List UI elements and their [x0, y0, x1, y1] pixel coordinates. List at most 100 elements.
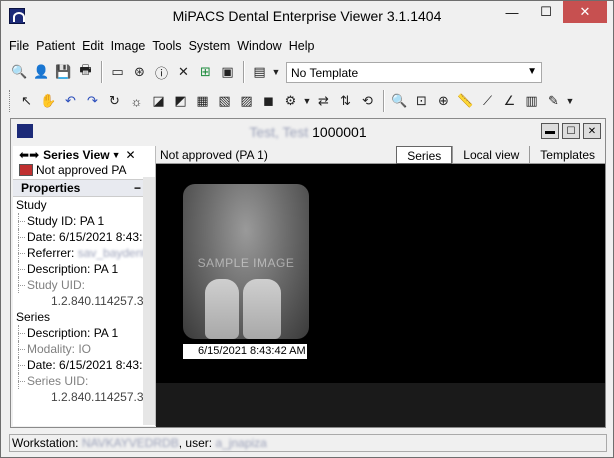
- series-description-item: Description: PA 1: [13, 325, 155, 341]
- dropdown-arrow-icon[interactable]: ▼: [302, 91, 312, 112]
- study-description-item: Description: PA 1: [13, 261, 155, 277]
- tab-templates[interactable]: Templates: [529, 146, 605, 164]
- back-arrow-icon[interactable]: ⬅: [19, 148, 29, 162]
- study-date-item: Date: 6/15/2021 8:43:2: [13, 229, 155, 245]
- properties-header[interactable]: Properties −: [13, 179, 155, 197]
- toolbar-separator: [101, 61, 103, 83]
- title-bar: MiPACS Dental Enterprise Viewer 3.1.1404…: [1, 1, 613, 33]
- study-id-item: Study ID: PA 1: [13, 213, 155, 229]
- chevron-down-icon[interactable]: ▼: [112, 150, 121, 160]
- colorize-icon[interactable]: ◼: [258, 91, 279, 112]
- child-window-controls: ▬ ☐ ✕: [538, 123, 601, 139]
- sample-watermark: SAMPLE IMAGE: [197, 256, 295, 270]
- chevron-down-icon: ▼: [527, 65, 537, 77]
- menu-system[interactable]: System: [189, 36, 231, 56]
- sharpen-icon[interactable]: ▦: [192, 91, 213, 112]
- workstation-value: NAVKAYVEDRDB: [81, 436, 179, 450]
- zoom-fit-icon[interactable]: ⊡: [411, 91, 432, 112]
- menu-image[interactable]: Image: [111, 36, 146, 56]
- zoom-icon[interactable]: 🔍: [389, 91, 410, 112]
- menu-help[interactable]: Help: [289, 36, 315, 56]
- image-toolbar: ↖ ✋ ↶ ↷ ↻ ☼ ◪ ◩ ▦ ▧ ▨ ◼ ⚙ ▼ ⇄ ⇅ ⟲ 🔍 ⊡ ⊕ …: [9, 87, 609, 115]
- template-select[interactable]: No Template ▼: [286, 61, 542, 83]
- menu-tools[interactable]: Tools: [152, 36, 181, 56]
- maximize-icon[interactable]: ☐: [529, 1, 563, 23]
- print-icon[interactable]: 🖶: [75, 62, 96, 83]
- filter-icon[interactable]: ▧: [214, 91, 235, 112]
- series-uid-value: 1.2.840.114257.3.6.45: [51, 390, 155, 404]
- study-uid-value: 1.2.840.114257.3.6.85: [51, 294, 155, 308]
- menu-window[interactable]: Window: [237, 36, 281, 56]
- child-maximize-icon[interactable]: ☐: [562, 123, 580, 139]
- pane-close-icon[interactable]: ✕: [126, 148, 136, 162]
- ruler-icon[interactable]: 📏: [455, 91, 476, 112]
- child-minimize-icon[interactable]: ▬: [541, 123, 559, 139]
- contrast-icon[interactable]: ◪: [148, 91, 169, 112]
- menu-file[interactable]: File: [9, 36, 29, 56]
- tab-series[interactable]: Series: [396, 146, 453, 164]
- patient-open-icon[interactable]: 👤: [31, 62, 52, 83]
- measure-icon[interactable]: ⟋: [477, 91, 498, 112]
- rotate-icon[interactable]: ↻: [104, 91, 125, 112]
- modality-item: Modality: IO: [13, 341, 155, 357]
- child-close-icon[interactable]: ✕: [583, 123, 601, 139]
- main-window: MiPACS Dental Enterprise Viewer 3.1.1404…: [0, 0, 614, 458]
- toolbar-separator: [383, 90, 385, 112]
- toolbar-grip[interactable]: [9, 90, 12, 112]
- undo-icon[interactable]: ↶: [60, 91, 81, 112]
- adjust-icon[interactable]: ⚙: [280, 91, 301, 112]
- template-dropdown-arrow-icon[interactable]: ▼: [271, 62, 281, 83]
- study-group[interactable]: Study: [13, 197, 155, 213]
- grid-layout-icon[interactable]: ⊞: [195, 62, 216, 83]
- minimize-icon[interactable]: —: [495, 1, 529, 23]
- xray-thumbnail[interactable]: SAMPLE IMAGE: [183, 184, 309, 339]
- patient-search-icon[interactable]: 🔍: [9, 62, 30, 83]
- menu-patient[interactable]: Patient: [36, 36, 75, 56]
- forward-arrow-icon[interactable]: ➡: [29, 148, 39, 162]
- user-value: a_jnapiza: [215, 436, 267, 450]
- redo-icon[interactable]: ↷: [82, 91, 103, 112]
- new-window-icon[interactable]: ▭: [107, 62, 128, 83]
- slideshow-icon[interactable]: ▣: [217, 62, 238, 83]
- series-group[interactable]: Series: [13, 309, 155, 325]
- tooth-shape: [243, 279, 281, 339]
- mirror-icon[interactable]: ⇅: [335, 91, 356, 112]
- select-pointer-icon[interactable]: ↖: [16, 91, 37, 112]
- histogram-icon[interactable]: ▥: [521, 91, 542, 112]
- menu-bar: File Patient Edit Image Tools System Win…: [1, 36, 613, 56]
- collapse-icon[interactable]: −: [134, 181, 141, 195]
- patient-title: Test, Test 1000001: [11, 124, 605, 140]
- template-layout-icon[interactable]: ▤: [249, 62, 270, 83]
- invert-icon[interactable]: ◩: [170, 91, 191, 112]
- menu-edit[interactable]: Edit: [82, 36, 104, 56]
- flip-icon[interactable]: ⇄: [313, 91, 334, 112]
- brightness-icon[interactable]: ☼: [126, 91, 147, 112]
- study-uid-item: Study UID:: [13, 277, 155, 293]
- series-status-row[interactable]: Not approved PA: [13, 163, 155, 177]
- series-view-title: Series View: [43, 147, 110, 162]
- image-date-label[interactable]: 6/15/2021 8:43:42 AM: [183, 344, 307, 359]
- close-icon[interactable]: ✕: [563, 1, 607, 23]
- referrer-item: Referrer: sav_baydenti: [13, 245, 155, 261]
- approval-status: Not approved (PA 1): [160, 148, 268, 162]
- binoculars-icon[interactable]: ⊛: [129, 62, 150, 83]
- tooth-shape: [205, 279, 239, 339]
- viewer-header: Not approved (PA 1) Series Local view Te…: [156, 146, 605, 164]
- series-view-pane: ⬅ ➡ Series View ▼ ✕ Not approved PA Prop…: [13, 146, 156, 426]
- properties-scrollbar[interactable]: [143, 177, 155, 425]
- series-view-header: ⬅ ➡ Series View ▼ ✕: [13, 146, 155, 163]
- reset-icon[interactable]: ⟲: [357, 91, 378, 112]
- info-icon[interactable]: ⓘ: [151, 62, 172, 83]
- child-title-bar: Test, Test 1000001 ▬ ☐ ✕: [11, 119, 605, 145]
- delete-icon[interactable]: ✕: [173, 62, 194, 83]
- angle-icon[interactable]: ∠: [499, 91, 520, 112]
- annotate-icon[interactable]: ✎: [543, 91, 564, 112]
- tab-local-view[interactable]: Local view: [452, 146, 529, 164]
- save-icon[interactable]: 💾: [53, 62, 74, 83]
- magnifier-icon[interactable]: ⊕: [433, 91, 454, 112]
- emboss-icon[interactable]: ▨: [236, 91, 257, 112]
- hand-icon[interactable]: ✋: [38, 91, 59, 112]
- more-dropdown-icon[interactable]: ▼: [565, 91, 575, 112]
- viewer-tabs: Series Local view Templates: [396, 146, 605, 164]
- series-uid-item: Series UID:: [13, 373, 155, 389]
